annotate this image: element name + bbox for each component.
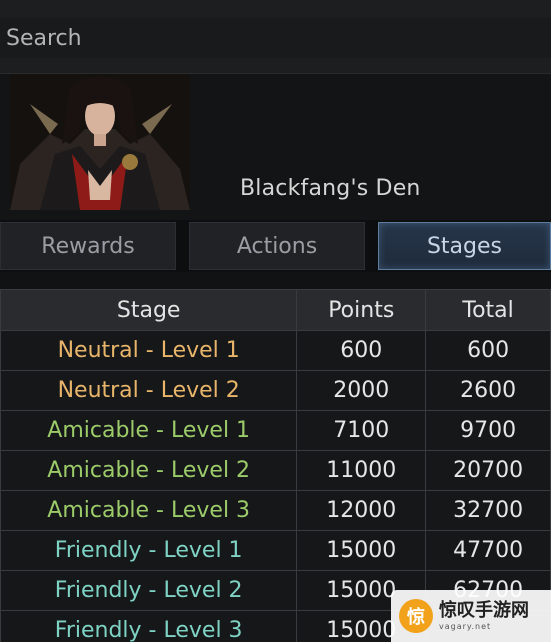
search-bar [0, 0, 551, 74]
stage-cell: Neutral - Level 1 [0, 330, 298, 371]
stage-cell: Amicable - Level 2 [0, 450, 298, 491]
watermark-title: 惊叹手游网 [439, 599, 529, 621]
stage-cell: Friendly - Level 1 [0, 530, 298, 571]
tab-bar: Rewards Actions Stages [0, 220, 551, 272]
header-stage: Stage [0, 289, 298, 331]
table-row: Neutral - Level 2 2000 2600 [0, 370, 551, 411]
npc-portrait [10, 74, 190, 210]
npc-header: Blackfang's Den [0, 74, 551, 220]
stage-cell: Neutral - Level 2 [0, 370, 298, 411]
table-row: Amicable - Level 1 7100 9700 [0, 410, 551, 451]
tab-rewards[interactable]: Rewards [0, 222, 176, 270]
table-row: Amicable - Level 2 11000 20700 [0, 450, 551, 491]
stage-cell: Amicable - Level 3 [0, 490, 298, 531]
tab-actions[interactable]: Actions [189, 222, 365, 270]
header-points: Points [296, 289, 427, 331]
stage-cell: Friendly - Level 2 [0, 570, 298, 611]
site-watermark: 惊 惊叹手游网 vagary.net [391, 590, 551, 642]
total-cell: 2600 [425, 370, 551, 411]
pirate-captain-portrait-image [10, 74, 190, 210]
table-header-row: Stage Points Total [0, 289, 551, 331]
table-row: Amicable - Level 3 12000 32700 [0, 490, 551, 531]
total-cell: 600 [425, 330, 551, 371]
total-cell: 20700 [425, 450, 551, 491]
table-row: Friendly - Level 1 15000 47700 [0, 530, 551, 571]
stage-cell: Friendly - Level 3 [0, 610, 298, 642]
search-input[interactable] [0, 18, 551, 58]
stage-cell: Amicable - Level 1 [0, 410, 298, 451]
watermark-logo-icon: 惊 [399, 599, 433, 633]
points-cell: 2000 [296, 370, 427, 411]
points-cell: 15000 [296, 530, 427, 571]
npc-name: Blackfang's Den [240, 176, 421, 201]
total-cell: 47700 [425, 530, 551, 571]
header-total: Total [425, 289, 551, 331]
tab-stages[interactable]: Stages [378, 222, 551, 270]
total-cell: 32700 [425, 490, 551, 531]
total-cell: 9700 [425, 410, 551, 451]
points-cell: 11000 [296, 450, 427, 491]
points-cell: 7100 [296, 410, 427, 451]
table-row: Neutral - Level 1 600 600 [0, 330, 551, 371]
watermark-subtitle: vagary.net [439, 621, 492, 631]
points-cell: 600 [296, 330, 427, 371]
points-cell: 12000 [296, 490, 427, 531]
